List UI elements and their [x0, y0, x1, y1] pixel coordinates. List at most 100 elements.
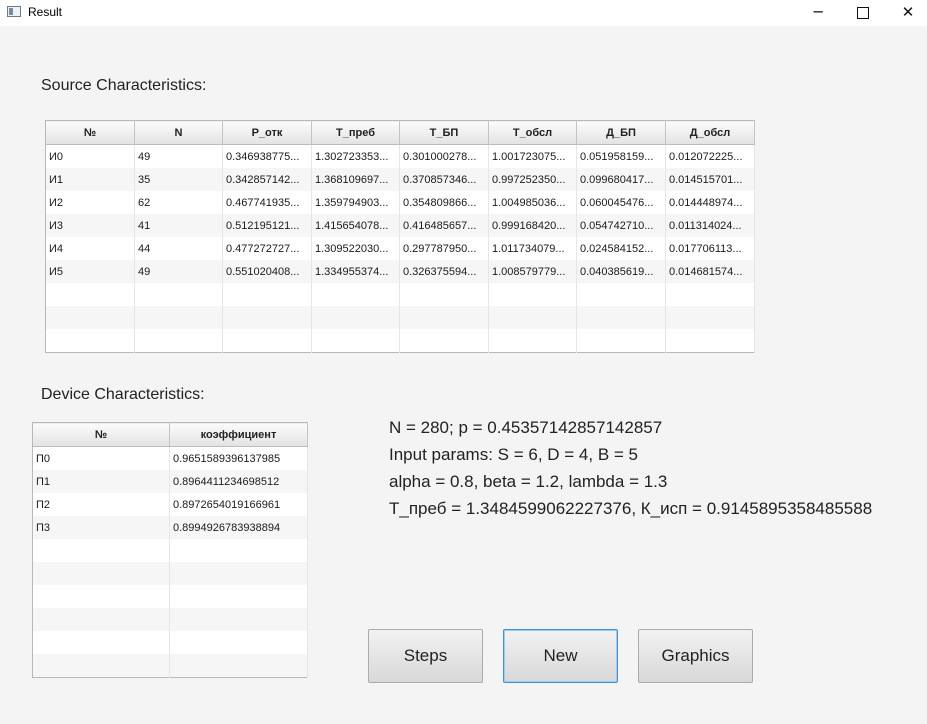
table-cell: 0.551020408... — [222, 260, 312, 283]
time-coefficient-line: T_преб = 1.3484599062227376, К_исп = 0.9… — [389, 499, 873, 518]
column-header[interactable]: № — [45, 120, 135, 145]
table-cell: 0.051958159... — [576, 144, 666, 168]
table-cell: 0.040385619... — [576, 260, 666, 283]
table-cell: 0.8972654019166961 — [169, 493, 308, 516]
source-characteristics-table[interactable]: № N P_отк T_преб T_БП T_обсл Д_БП Д_обсл… — [45, 120, 755, 353]
column-header[interactable]: T_преб — [311, 120, 400, 145]
empty-table-row — [45, 283, 755, 306]
table-cell: П2 — [32, 493, 170, 516]
table-row[interactable]: И1 35 0.342857142... 1.368109697... 0.37… — [45, 168, 755, 191]
device-characteristics-table[interactable]: № коэффициент П0 0.9651589396137985 П1 0… — [32, 422, 308, 678]
table-cell: 1.302723353... — [311, 144, 400, 168]
empty-table-row — [45, 306, 755, 329]
table-cell: 49 — [134, 260, 223, 283]
table-cell: 0.354809866... — [399, 191, 489, 214]
table-row[interactable]: П0 0.9651589396137985 — [32, 446, 308, 470]
column-header[interactable]: P_отк — [222, 120, 312, 145]
table-row[interactable]: П3 0.8994926783938894 — [32, 516, 308, 539]
table-cell: 0.297787950... — [399, 237, 489, 260]
table-cell: 1.334955374... — [311, 260, 400, 283]
table-row[interactable]: П2 0.8972654019166961 — [32, 493, 308, 516]
table-cell: 1.001723075... — [488, 144, 577, 168]
table-cell: 41 — [134, 214, 223, 237]
steps-button[interactable]: Steps — [368, 629, 483, 683]
table-cell: П0 — [32, 446, 170, 470]
table-cell: И4 — [45, 237, 135, 260]
input-params-line: Input params: S = 6, D = 4, B = 5 — [389, 445, 638, 464]
table-cell: П3 — [32, 516, 170, 539]
empty-table-row — [32, 562, 308, 585]
table-cell: 0.099680417... — [576, 168, 666, 191]
column-header[interactable]: N — [134, 120, 223, 145]
table-cell: 62 — [134, 191, 223, 214]
table-cell: 0.512195121... — [222, 214, 312, 237]
table-cell: 0.017706113... — [665, 237, 755, 260]
table-cell: 0.011314024... — [665, 214, 755, 237]
empty-table-row — [45, 329, 755, 353]
empty-table-row — [32, 631, 308, 654]
column-header[interactable]: Д_обсл — [665, 120, 755, 145]
column-header[interactable]: коэффициент — [169, 422, 308, 447]
table-header-row: № коэффициент — [32, 422, 308, 447]
app-window-icon — [7, 6, 21, 17]
column-header[interactable]: T_обсл — [488, 120, 577, 145]
table-cell: 0.014515701... — [665, 168, 755, 191]
table-cell: 0.8964411234698512 — [169, 470, 308, 493]
table-cell: 0.024584152... — [576, 237, 666, 260]
maximize-button[interactable] — [840, 0, 886, 26]
table-row[interactable]: И4 44 0.477272727... 1.309522030... 0.29… — [45, 237, 755, 260]
table-cell: 0.8994926783938894 — [169, 516, 308, 539]
column-header[interactable]: T_БП — [399, 120, 489, 145]
close-button[interactable]: ✕ — [885, 0, 927, 26]
table-row[interactable]: И0 49 0.346938775... 1.302723353... 0.30… — [45, 144, 755, 168]
title-bar: Result ─ ✕ — [0, 0, 927, 26]
table-cell: 0.346938775... — [222, 144, 312, 168]
table-cell: 0.054742710... — [576, 214, 666, 237]
table-cell: 1.004985036... — [488, 191, 577, 214]
table-row[interactable]: И3 41 0.512195121... 1.415654078... 0.41… — [45, 214, 755, 237]
distribution-params-line: alpha = 0.8, beta = 1.2, lambda = 1.3 — [389, 472, 668, 491]
table-cell: 0.999168420... — [488, 214, 577, 237]
table-cell: 1.368109697... — [311, 168, 400, 191]
table-cell: И0 — [45, 144, 135, 168]
table-cell: 0.997252350... — [488, 168, 577, 191]
table-cell: 0.060045476... — [576, 191, 666, 214]
table-cell: И1 — [45, 168, 135, 191]
minimize-button[interactable]: ─ — [795, 0, 841, 26]
empty-table-row — [32, 608, 308, 631]
device-characteristics-label: Device Characteristics: — [41, 386, 205, 403]
table-cell: 0.467741935... — [222, 191, 312, 214]
column-header[interactable]: Д_БП — [576, 120, 666, 145]
table-cell: 0.370857346... — [399, 168, 489, 191]
table-cell: 49 — [134, 144, 223, 168]
empty-table-row — [32, 539, 308, 562]
source-characteristics-label: Source Characteristics: — [41, 77, 207, 94]
table-cell: 0.012072225... — [665, 144, 755, 168]
table-cell: 1.415654078... — [311, 214, 400, 237]
new-button[interactable]: New — [503, 629, 618, 683]
table-header-row: № N P_отк T_преб T_БП T_обсл Д_БП Д_обсл — [45, 120, 755, 145]
result-summary-line: N = 280; p = 0.45357142857142857 — [389, 418, 663, 437]
window-title: Result — [28, 5, 63, 19]
table-cell: 35 — [134, 168, 223, 191]
table-row[interactable]: И5 49 0.551020408... 1.334955374... 0.32… — [45, 260, 755, 283]
table-cell: 1.008579779... — [488, 260, 577, 283]
empty-table-row — [32, 585, 308, 608]
column-header[interactable]: № — [32, 422, 170, 447]
graphics-button[interactable]: Graphics — [638, 629, 753, 683]
table-row[interactable]: И2 62 0.467741935... 1.359794903... 0.35… — [45, 191, 755, 214]
table-cell: 0.014448974... — [665, 191, 755, 214]
table-cell: 0.9651589396137985 — [169, 446, 308, 470]
table-cell: 0.301000278... — [399, 144, 489, 168]
table-cell: П1 — [32, 470, 170, 493]
table-cell: 44 — [134, 237, 223, 260]
table-cell: И5 — [45, 260, 135, 283]
maximize-icon — [857, 7, 869, 19]
table-cell: 1.011734079... — [488, 237, 577, 260]
table-cell: И2 — [45, 191, 135, 214]
table-cell: И3 — [45, 214, 135, 237]
empty-table-row — [32, 654, 308, 678]
table-cell: 0.014681574... — [665, 260, 755, 283]
table-row[interactable]: П1 0.8964411234698512 — [32, 470, 308, 493]
table-cell: 0.416485657... — [399, 214, 489, 237]
